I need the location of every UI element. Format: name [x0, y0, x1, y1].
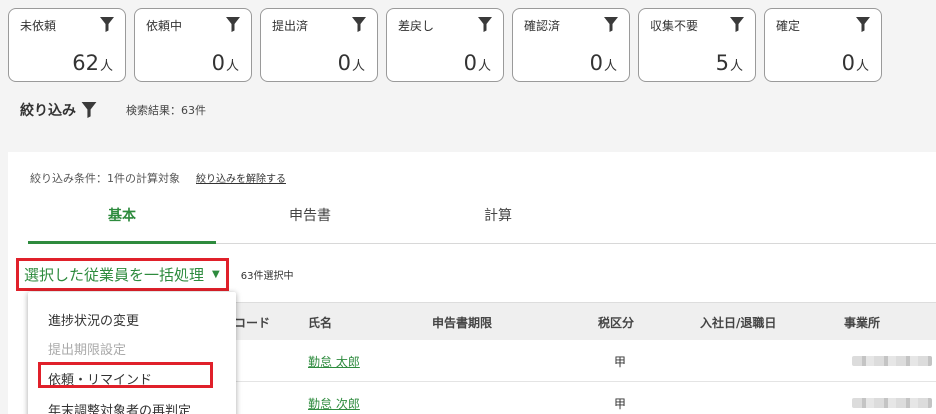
status-card-returned[interactable]: 差戻し 0人 — [386, 8, 504, 82]
status-card-count: 0人 — [211, 51, 239, 75]
clear-filter-link[interactable]: 絞り込みを解除する — [196, 170, 286, 185]
menu-item-set-deadline: 提出期限設定 — [48, 343, 127, 358]
bulk-action-button[interactable]: 選択した従業員を一括処理 ▼ — [16, 258, 229, 291]
status-card-confirmed[interactable]: 確認済 0人 — [512, 8, 630, 82]
status-card-count: 0人 — [841, 51, 869, 75]
column-header-name[interactable]: 氏名 — [308, 314, 332, 331]
status-card-label: 未依頼 — [20, 19, 57, 33]
menu-item-change-progress[interactable]: 進捗状況の変更 — [48, 310, 139, 329]
employee-name-link[interactable]: 勤怠 次郎 — [308, 395, 360, 412]
column-header-office[interactable]: 事業所 — [844, 314, 880, 331]
status-card-requested[interactable]: 依頼中 0人 — [134, 8, 252, 82]
status-card-count: 0人 — [589, 51, 617, 75]
filter-icon[interactable] — [855, 16, 871, 33]
menu-item-rejudge[interactable]: 年末調整対象者の再判定 — [48, 400, 191, 414]
filter-icon[interactable] — [477, 16, 493, 33]
bulk-action-menu: 進捗状況の変更 提出期限設定 依頼・リマインド 年末調整対象者の再判定 — [28, 292, 236, 414]
status-card-submitted[interactable]: 提出済 0人 — [260, 8, 378, 82]
filter-icon[interactable] — [225, 16, 241, 33]
tab-bar: 基本 申告書 計算 — [28, 196, 936, 244]
status-card-unrequested[interactable]: 未依頼 62人 — [8, 8, 126, 82]
status-card-finalized[interactable]: 確定 0人 — [764, 8, 882, 82]
status-cards: 未依頼 62人 依頼中 0人 提出済 0人 差戻し 0人 確認済 0人 収集不要… — [8, 8, 882, 82]
tab-basic[interactable]: 基本 — [28, 196, 216, 244]
filter-icon[interactable] — [99, 16, 115, 33]
bulk-row: 選択した従業員を一括処理 ▼ 63件選択中 — [16, 258, 293, 291]
caret-down-icon: ▼ — [212, 269, 220, 280]
filter-icon[interactable] — [80, 101, 98, 119]
status-card-label: 依頼中 — [146, 19, 183, 33]
employee-name-link[interactable]: 勤怠 太郎 — [308, 353, 360, 370]
selected-count: 63件選択中 — [240, 271, 294, 282]
status-card-label: 差戻し — [398, 19, 435, 33]
office-cell-redacted — [852, 356, 932, 366]
filter-row: 絞り込み 検索結果：63件 — [20, 100, 206, 120]
column-header-tax-class[interactable]: 税区分 — [598, 314, 634, 331]
bulk-action-label: 選択した従業員を一括処理 — [24, 266, 205, 284]
status-card-label: 提出済 — [272, 19, 309, 33]
status-card-label: 収集不要 — [650, 19, 699, 33]
filter-icon[interactable] — [603, 16, 619, 33]
status-card-count: 5人 — [715, 51, 743, 75]
status-card-count: 62人 — [72, 51, 113, 75]
search-result-count: 検索結果：63件 — [126, 104, 206, 117]
office-cell-redacted — [852, 398, 932, 408]
tab-calculation[interactable]: 計算 — [404, 196, 592, 244]
status-card-not-needed[interactable]: 収集不要 5人 — [638, 8, 756, 82]
highlight-box — [38, 362, 213, 388]
filter-label[interactable]: 絞り込み — [20, 100, 76, 120]
column-header-code[interactable]: コード — [234, 314, 270, 331]
filter-icon[interactable] — [351, 16, 367, 33]
tax-class-cell: 甲 — [614, 355, 627, 369]
status-card-count: 0人 — [463, 51, 491, 75]
status-card-label: 確定 — [776, 19, 801, 33]
column-header-deadline[interactable]: 申告書期限 — [432, 314, 492, 331]
tax-class-cell: 甲 — [614, 397, 627, 411]
filter-icon[interactable] — [729, 16, 745, 33]
filter-conditions-text: 絞り込み条件：1件の計算対象 — [30, 172, 180, 185]
column-header-hire-date[interactable]: 入社日/退職日 — [700, 314, 776, 331]
filter-conditions: 絞り込み条件：1件の計算対象 絞り込みを解除する — [30, 170, 286, 186]
status-card-count: 0人 — [337, 51, 365, 75]
status-card-label: 確認済 — [524, 19, 561, 33]
tab-declaration[interactable]: 申告書 — [216, 196, 404, 244]
